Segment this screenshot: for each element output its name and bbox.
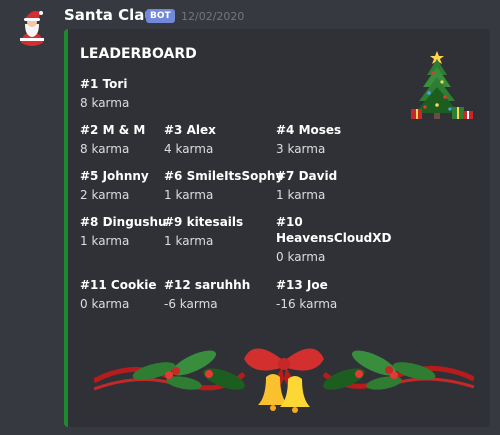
leaderboard-entry: #12 saruhhh -6 karma [164, 277, 279, 312]
leaderboard-entry: #6 SmileItsSophy 1 karma [164, 168, 284, 203]
entry-karma: 1 karma [276, 188, 326, 202]
bot-badge: BOT [146, 9, 175, 23]
entry-karma: 3 karma [276, 142, 326, 156]
leaderboard-entry: #1 Tori 8 karma [80, 76, 195, 111]
entry-name: #10 [276, 215, 303, 229]
entry-name: #9 kitesails [164, 215, 244, 229]
leaderboard-entry: #10 HeavensCloudXD 0 karma [276, 214, 391, 265]
entry-name-line2: HeavensCloudXD [276, 231, 392, 245]
entry-name: #4 Moses [276, 123, 342, 137]
entry-karma: 8 karma [80, 96, 130, 110]
entry-name: #12 saruhhh [164, 278, 251, 292]
santa-avatar-icon[interactable] [12, 6, 52, 46]
entry-name: #7 David [276, 169, 338, 183]
entry-karma: 4 karma [164, 142, 214, 156]
entry-name: #3 Alex [164, 123, 216, 137]
embed-title: LEADERBOARD [80, 46, 197, 62]
entry-name: #1 Tori [80, 77, 128, 91]
leaderboard-embed: LEADERBOARD #1 Tori 8 karma #2 M & M 8 k… [64, 29, 490, 427]
christmas-garland-bells-icon[interactable] [92, 319, 476, 419]
leaderboard-entry: #13 Joe -16 karma [276, 277, 391, 312]
entry-karma: 0 karma [276, 250, 326, 264]
embed-accent-bar [64, 29, 68, 427]
entry-karma: 1 karma [164, 188, 214, 202]
leaderboard-entry: #7 David 1 karma [276, 168, 391, 203]
entry-name: #6 SmileItsSophy [164, 169, 284, 183]
entry-karma: -6 karma [164, 297, 218, 311]
message-timestamp: 12/02/2020 [181, 10, 245, 23]
leaderboard-entry: #4 Moses 3 karma [276, 122, 391, 157]
leaderboard-entry: #3 Alex 4 karma [164, 122, 279, 157]
entry-name: #13 Joe [276, 278, 328, 292]
chat-message: Santa Claus BOT 12/02/2020 LEADERBOARD #… [0, 0, 500, 435]
entry-karma: 1 karma [164, 234, 214, 248]
entry-karma: -16 karma [276, 297, 338, 311]
christmas-tree-icon[interactable] [397, 49, 477, 121]
leaderboard-entry: #9 kitesails 1 karma [164, 214, 279, 249]
